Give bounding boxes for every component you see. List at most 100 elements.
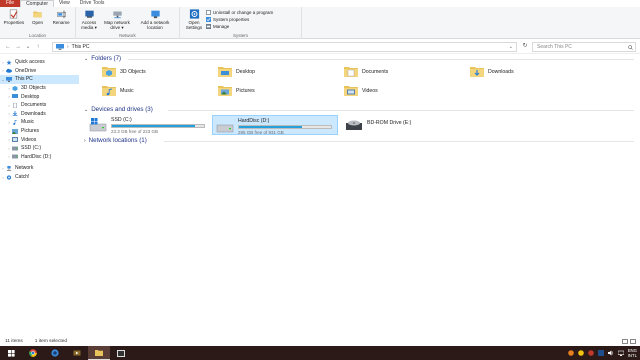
nav-videos[interactable]: › Videos bbox=[0, 135, 79, 144]
address-path-box[interactable]: › This PC ⌄ bbox=[52, 42, 517, 52]
tray-app-icon[interactable] bbox=[567, 350, 574, 356]
access-media-icon bbox=[84, 10, 94, 18]
item-count: 11 items bbox=[5, 339, 23, 344]
properties-icon bbox=[10, 9, 18, 19]
nav-catch[interactable]: › Catch! bbox=[0, 173, 79, 182]
bd-rom-drive-icon bbox=[346, 120, 362, 130]
hard-drive-icon bbox=[216, 124, 234, 133]
collapse-chevron-icon: ⌄ bbox=[84, 106, 89, 113]
nav-network[interactable]: › Network bbox=[0, 164, 79, 173]
desktop-icon bbox=[12, 94, 18, 99]
uninstall-button[interactable]: Uninstall or change a program bbox=[206, 9, 273, 16]
folder-videos[interactable]: Videos bbox=[344, 83, 378, 98]
taskbar-app[interactable] bbox=[44, 346, 66, 360]
location-group: Properties Open Rename Location bbox=[0, 7, 76, 39]
tab-computer[interactable]: Computer bbox=[20, 0, 55, 7]
section-divider bbox=[164, 141, 634, 142]
catch-icon bbox=[6, 174, 12, 180]
nav-harddisc-d[interactable]: › HardDisc (D:) bbox=[0, 153, 79, 162]
drive-icon bbox=[12, 154, 18, 159]
nav-pictures[interactable]: › Pictures bbox=[0, 127, 79, 136]
network-group: Access media ▾ Map network drive ▾ Add a… bbox=[76, 7, 180, 39]
ribbon: Properties Open Rename Location Access m… bbox=[0, 7, 640, 39]
content-pane: ⌄ Folders (7) 3D Objects Desktop Documen… bbox=[80, 55, 640, 337]
up-button[interactable]: ↑ bbox=[33, 44, 43, 50]
drive-ssd-c[interactable]: SSD (C:) 23.3 GB free of 223 GB bbox=[86, 115, 210, 135]
tray-app-icon[interactable] bbox=[577, 350, 584, 356]
drive-bd-rom-e[interactable]: BD-ROM Drive (E:) bbox=[342, 115, 462, 135]
nav-quick-access[interactable]: › Quick access bbox=[0, 58, 79, 67]
devices-header[interactable]: ⌄ Devices and drives (3) bbox=[84, 106, 634, 113]
path-dropdown-icon[interactable]: ⌄ bbox=[509, 44, 513, 50]
gear-icon bbox=[189, 9, 199, 19]
drive-usage-bar bbox=[238, 125, 332, 129]
tray-app-icon[interactable] bbox=[597, 350, 604, 356]
path-separator: › bbox=[67, 44, 69, 50]
folder-3d-objects[interactable]: 3D Objects bbox=[102, 64, 146, 79]
folder-music[interactable]: Music bbox=[102, 83, 134, 98]
recent-locations-button[interactable]: ⌄ bbox=[23, 43, 33, 50]
pictures-folder-icon bbox=[218, 86, 232, 96]
taskbar: ENG INTL bbox=[0, 346, 640, 360]
tab-view[interactable]: View bbox=[54, 0, 75, 7]
pictures-icon bbox=[12, 128, 18, 134]
nav-music[interactable]: › Music bbox=[0, 118, 79, 127]
selection-count: 1 item selected bbox=[34, 339, 68, 344]
drive-free-space: 285 GB free of 931 GB bbox=[238, 130, 284, 135]
search-placeholder: Search This PC bbox=[537, 44, 572, 50]
folder-pictures[interactable]: Pictures bbox=[218, 83, 255, 98]
search-input[interactable]: Search This PC bbox=[532, 42, 636, 52]
search-icon bbox=[628, 44, 633, 50]
network-icon[interactable] bbox=[617, 350, 624, 356]
folder-documents[interactable]: Documents bbox=[344, 64, 388, 79]
tray-app-icon[interactable] bbox=[587, 350, 594, 356]
details-view-button[interactable] bbox=[622, 339, 628, 344]
folder-downloads[interactable]: Downloads bbox=[470, 64, 514, 79]
tab-drive-tools[interactable]: Drive Tools bbox=[75, 0, 110, 7]
cloud-icon bbox=[6, 69, 12, 74]
refresh-button[interactable]: ↻ bbox=[520, 42, 530, 52]
section-divider bbox=[128, 59, 634, 60]
nav-onedrive[interactable]: › OneDrive bbox=[0, 67, 79, 76]
back-button[interactable]: ← bbox=[3, 44, 13, 50]
navigation-pane: › Quick access › OneDrive ⌄ This PC › 3D Obj… bbox=[0, 55, 79, 337]
forward-button[interactable]: → bbox=[13, 44, 23, 50]
star-icon bbox=[6, 59, 12, 65]
nav-downloads[interactable]: › Downloads bbox=[0, 110, 79, 119]
taskbar-file-explorer[interactable] bbox=[88, 346, 110, 360]
breadcrumb-this-pc[interactable]: This PC bbox=[72, 44, 90, 50]
location-group-label: Location bbox=[28, 33, 46, 38]
system-properties-button[interactable]: System properties bbox=[206, 16, 273, 23]
windows-logo-icon bbox=[7, 349, 15, 357]
system-properties-icon bbox=[206, 17, 211, 22]
nav-3d-objects[interactable]: › 3D Objects bbox=[0, 84, 79, 93]
windows-drive-icon bbox=[89, 118, 107, 132]
taskbar-terminal[interactable] bbox=[110, 346, 132, 360]
music-folder-icon bbox=[102, 86, 116, 96]
downloads-folder-icon bbox=[470, 67, 484, 77]
folder-desktop[interactable]: Desktop bbox=[218, 64, 255, 79]
manage-button[interactable]: Manage bbox=[206, 23, 273, 30]
drive-harddisc-d[interactable]: HardDisc (D:) 285 GB free of 931 GB bbox=[212, 115, 338, 135]
network-locations-header[interactable]: › Network locations (1) bbox=[84, 137, 634, 144]
system-group-label: System bbox=[232, 33, 248, 38]
network-icon bbox=[6, 165, 12, 171]
nav-ssd-c[interactable]: › SSD (C:) bbox=[0, 144, 79, 153]
chrome-icon bbox=[29, 349, 37, 357]
taskbar-chrome[interactable] bbox=[22, 346, 44, 360]
add-network-location-icon bbox=[150, 10, 160, 19]
rename-icon bbox=[56, 10, 66, 19]
taskbar-media[interactable] bbox=[66, 346, 88, 360]
volume-icon[interactable] bbox=[607, 350, 614, 356]
nav-documents[interactable]: › Documents bbox=[0, 101, 79, 110]
drive-name: HardDisc (D:) bbox=[238, 118, 270, 124]
language-indicator[interactable]: ENG INTL bbox=[628, 348, 637, 358]
folders-header[interactable]: ⌄ Folders (7) bbox=[84, 55, 634, 62]
nav-this-pc[interactable]: ⌄ This PC bbox=[0, 75, 79, 84]
drive-free-space: 23.3 GB free of 223 GB bbox=[111, 129, 159, 134]
nav-desktop[interactable]: › Desktop bbox=[0, 92, 79, 101]
system-group: Open Settings Uninstall or change a prog… bbox=[180, 7, 302, 39]
tab-file[interactable]: File bbox=[0, 0, 21, 7]
large-icons-view-button[interactable] bbox=[630, 339, 636, 344]
start-button[interactable] bbox=[0, 346, 22, 360]
